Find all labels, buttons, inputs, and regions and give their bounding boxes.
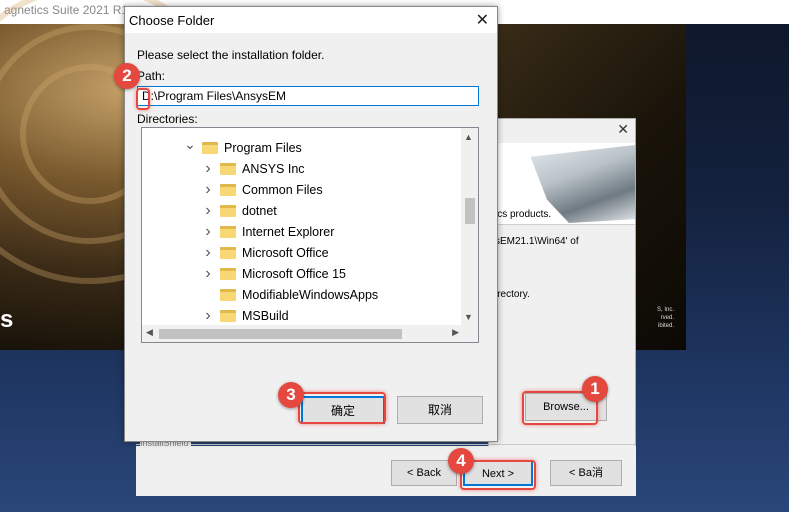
ok-highlight-box [298, 392, 386, 424]
wizard-text-line: ics products. [495, 209, 552, 220]
tree-item[interactable]: › Microsoft Office 15 [202, 263, 346, 284]
chevron-right-icon[interactable]: › [202, 202, 214, 220]
path-highlight-box [136, 88, 150, 110]
folder-icon [220, 309, 236, 322]
splash-product-word: s [0, 306, 14, 333]
step-marker-2: 2 [114, 63, 140, 89]
scrollbar-corner [461, 325, 478, 342]
dialog-prompt: Please select the installation folder. [137, 48, 325, 62]
tree-item-label: ModifiableWindowsApps [242, 287, 379, 302]
chevron-right-icon[interactable]: › [202, 244, 214, 262]
directory-tree[interactable]: ⌄ Program Files › ANSYS Inc › Common Files › do… [141, 127, 479, 343]
chevron-right-icon[interactable]: › [202, 160, 214, 178]
tree-item-label: Microsoft Office [242, 245, 329, 260]
vertical-scrollbar[interactable]: ▲ ▼ [461, 128, 478, 326]
horizontal-scrollbar[interactable]: ◀ ▶ [142, 325, 463, 342]
chevron-right-icon[interactable]: › [202, 307, 214, 325]
folder-icon [220, 204, 236, 217]
back-button[interactable]: < Back [391, 460, 457, 486]
tree-item[interactable]: › Common Files [202, 179, 323, 200]
folder-icon [202, 141, 218, 154]
installshield-divider [136, 444, 636, 445]
dialog-title: Choose Folder [129, 13, 215, 28]
step-marker-1: 1 [582, 376, 608, 402]
folder-icon [220, 183, 236, 196]
tree-item[interactable]: › Microsoft Office [202, 242, 329, 263]
install-wizard-window: ✕ ics products. sEM21.1\Win64' of irecto… [488, 118, 636, 496]
folder-icon [220, 267, 236, 280]
tree-item[interactable]: › dotnet [202, 200, 277, 221]
path-label: Path: [137, 69, 166, 83]
folder-icon [220, 288, 236, 301]
cancel-button[interactable]: 取消 [397, 396, 483, 424]
tree-item-label: Program Files [224, 140, 302, 155]
scroll-right-icon[interactable]: ▶ [452, 327, 459, 338]
step-marker-4: 4 [448, 448, 474, 474]
wizard-close-icon[interactable]: ✕ [617, 121, 629, 138]
tree-item[interactable]: › MSBuild [202, 305, 289, 326]
wizard-text-line: sEM21.1\Win64' of [495, 236, 579, 247]
chevron-right-icon[interactable]: › [202, 181, 214, 199]
close-icon[interactable]: ✕ [476, 10, 489, 30]
scroll-left-icon[interactable]: ◀ [146, 327, 153, 338]
tree-item-label: ANSYS Inc [242, 161, 305, 176]
choose-folder-dialog: Choose Folder ✕ Please select the instal… [124, 6, 498, 442]
tree-item-label: Internet Explorer [242, 224, 335, 239]
tree-item-label: Common Files [242, 182, 323, 197]
tree-item-label: dotnet [242, 203, 277, 218]
tree-item[interactable]: › Internet Explorer [202, 221, 334, 242]
wizard-text-line: irectory. [495, 289, 530, 300]
step-marker-3: 3 [278, 382, 304, 408]
chevron-right-icon[interactable]: › [202, 223, 214, 241]
tree-item-label: MSBuild [242, 308, 289, 323]
folder-icon [220, 246, 236, 259]
wizard-cancel-button[interactable]: < Ba消 [550, 460, 622, 486]
dialog-titlebar: Choose Folder ✕ [125, 7, 497, 33]
folder-icon [220, 225, 236, 238]
path-input[interactable] [137, 86, 479, 106]
scroll-thumb[interactable] [465, 198, 475, 224]
scroll-down-icon[interactable]: ▼ [464, 312, 473, 322]
splash-legal-text: S, Inc. rved. ibited. [656, 307, 674, 329]
tree-item[interactable]: ⌄ Program Files [184, 136, 302, 158]
directories-label: Directories: [137, 112, 198, 126]
chevron-right-icon[interactable]: › [202, 265, 214, 283]
chevron-down-icon[interactable]: ⌄ [184, 136, 196, 153]
tree-item[interactable]: ModifiableWindowsApps [202, 284, 378, 305]
scroll-thumb[interactable] [159, 329, 402, 339]
tree-item-label: Microsoft Office 15 [242, 266, 346, 281]
folder-icon [220, 162, 236, 175]
tree-item[interactable]: › ANSYS Inc [202, 158, 305, 179]
scroll-up-icon[interactable]: ▲ [464, 132, 473, 142]
